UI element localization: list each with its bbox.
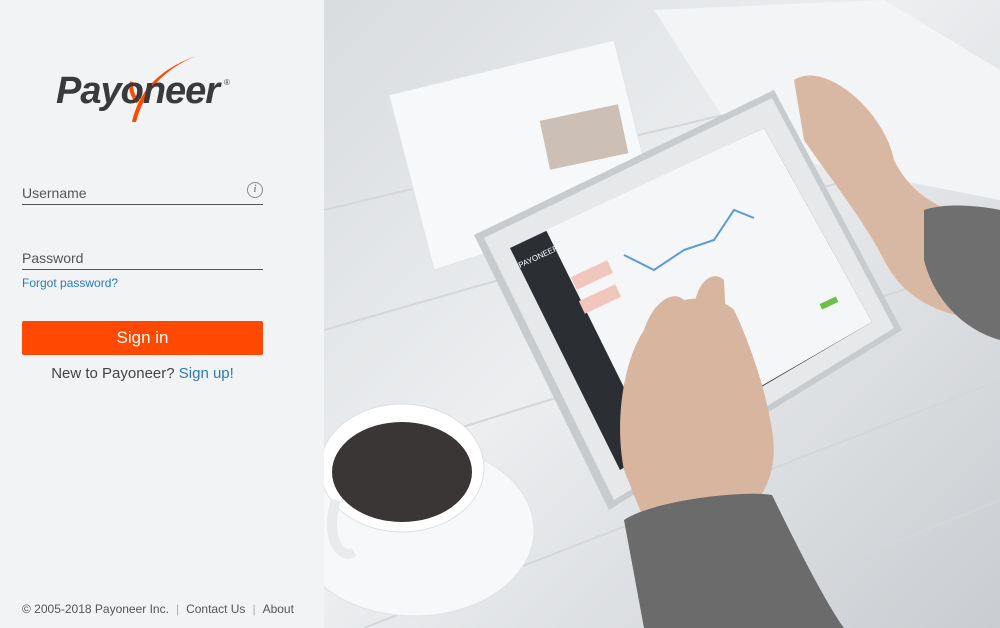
username-field[interactable]: Username i xyxy=(22,182,267,206)
about-link[interactable]: About xyxy=(263,602,294,616)
footer-divider: | xyxy=(175,602,180,616)
footer-divider: | xyxy=(252,602,256,616)
signup-prompt: New to Payoneer? Sign up! xyxy=(0,365,285,382)
login-panel: Payoneer ® Username i Password Forgot pa… xyxy=(0,0,324,628)
logo-text: Payoneer xyxy=(56,70,220,112)
new-user-text: New to Payoneer? xyxy=(51,365,175,382)
contact-us-link[interactable]: Contact Us xyxy=(186,602,245,616)
info-icon[interactable]: i xyxy=(247,182,263,198)
payoneer-logo: Payoneer ® xyxy=(56,52,236,124)
hero-illustration: PAYONEER xyxy=(324,0,1000,628)
hero-photo: PAYONEER xyxy=(324,0,1000,628)
coffee-cup-icon xyxy=(324,403,535,617)
username-input[interactable] xyxy=(22,184,267,206)
sign-up-link[interactable]: Sign up! xyxy=(179,365,234,382)
sign-in-button[interactable]: Sign in xyxy=(22,321,263,355)
registered-mark: ® xyxy=(224,78,230,87)
footer: © 2005-2018 Payoneer Inc. | Contact Us | Abo… xyxy=(22,602,294,616)
copyright-text: © 2005-2018 Payoneer Inc. xyxy=(22,602,169,616)
password-field[interactable]: Password xyxy=(22,249,267,271)
password-input[interactable] xyxy=(22,249,267,271)
forgot-password-link[interactable]: Forgot password? xyxy=(22,276,118,290)
